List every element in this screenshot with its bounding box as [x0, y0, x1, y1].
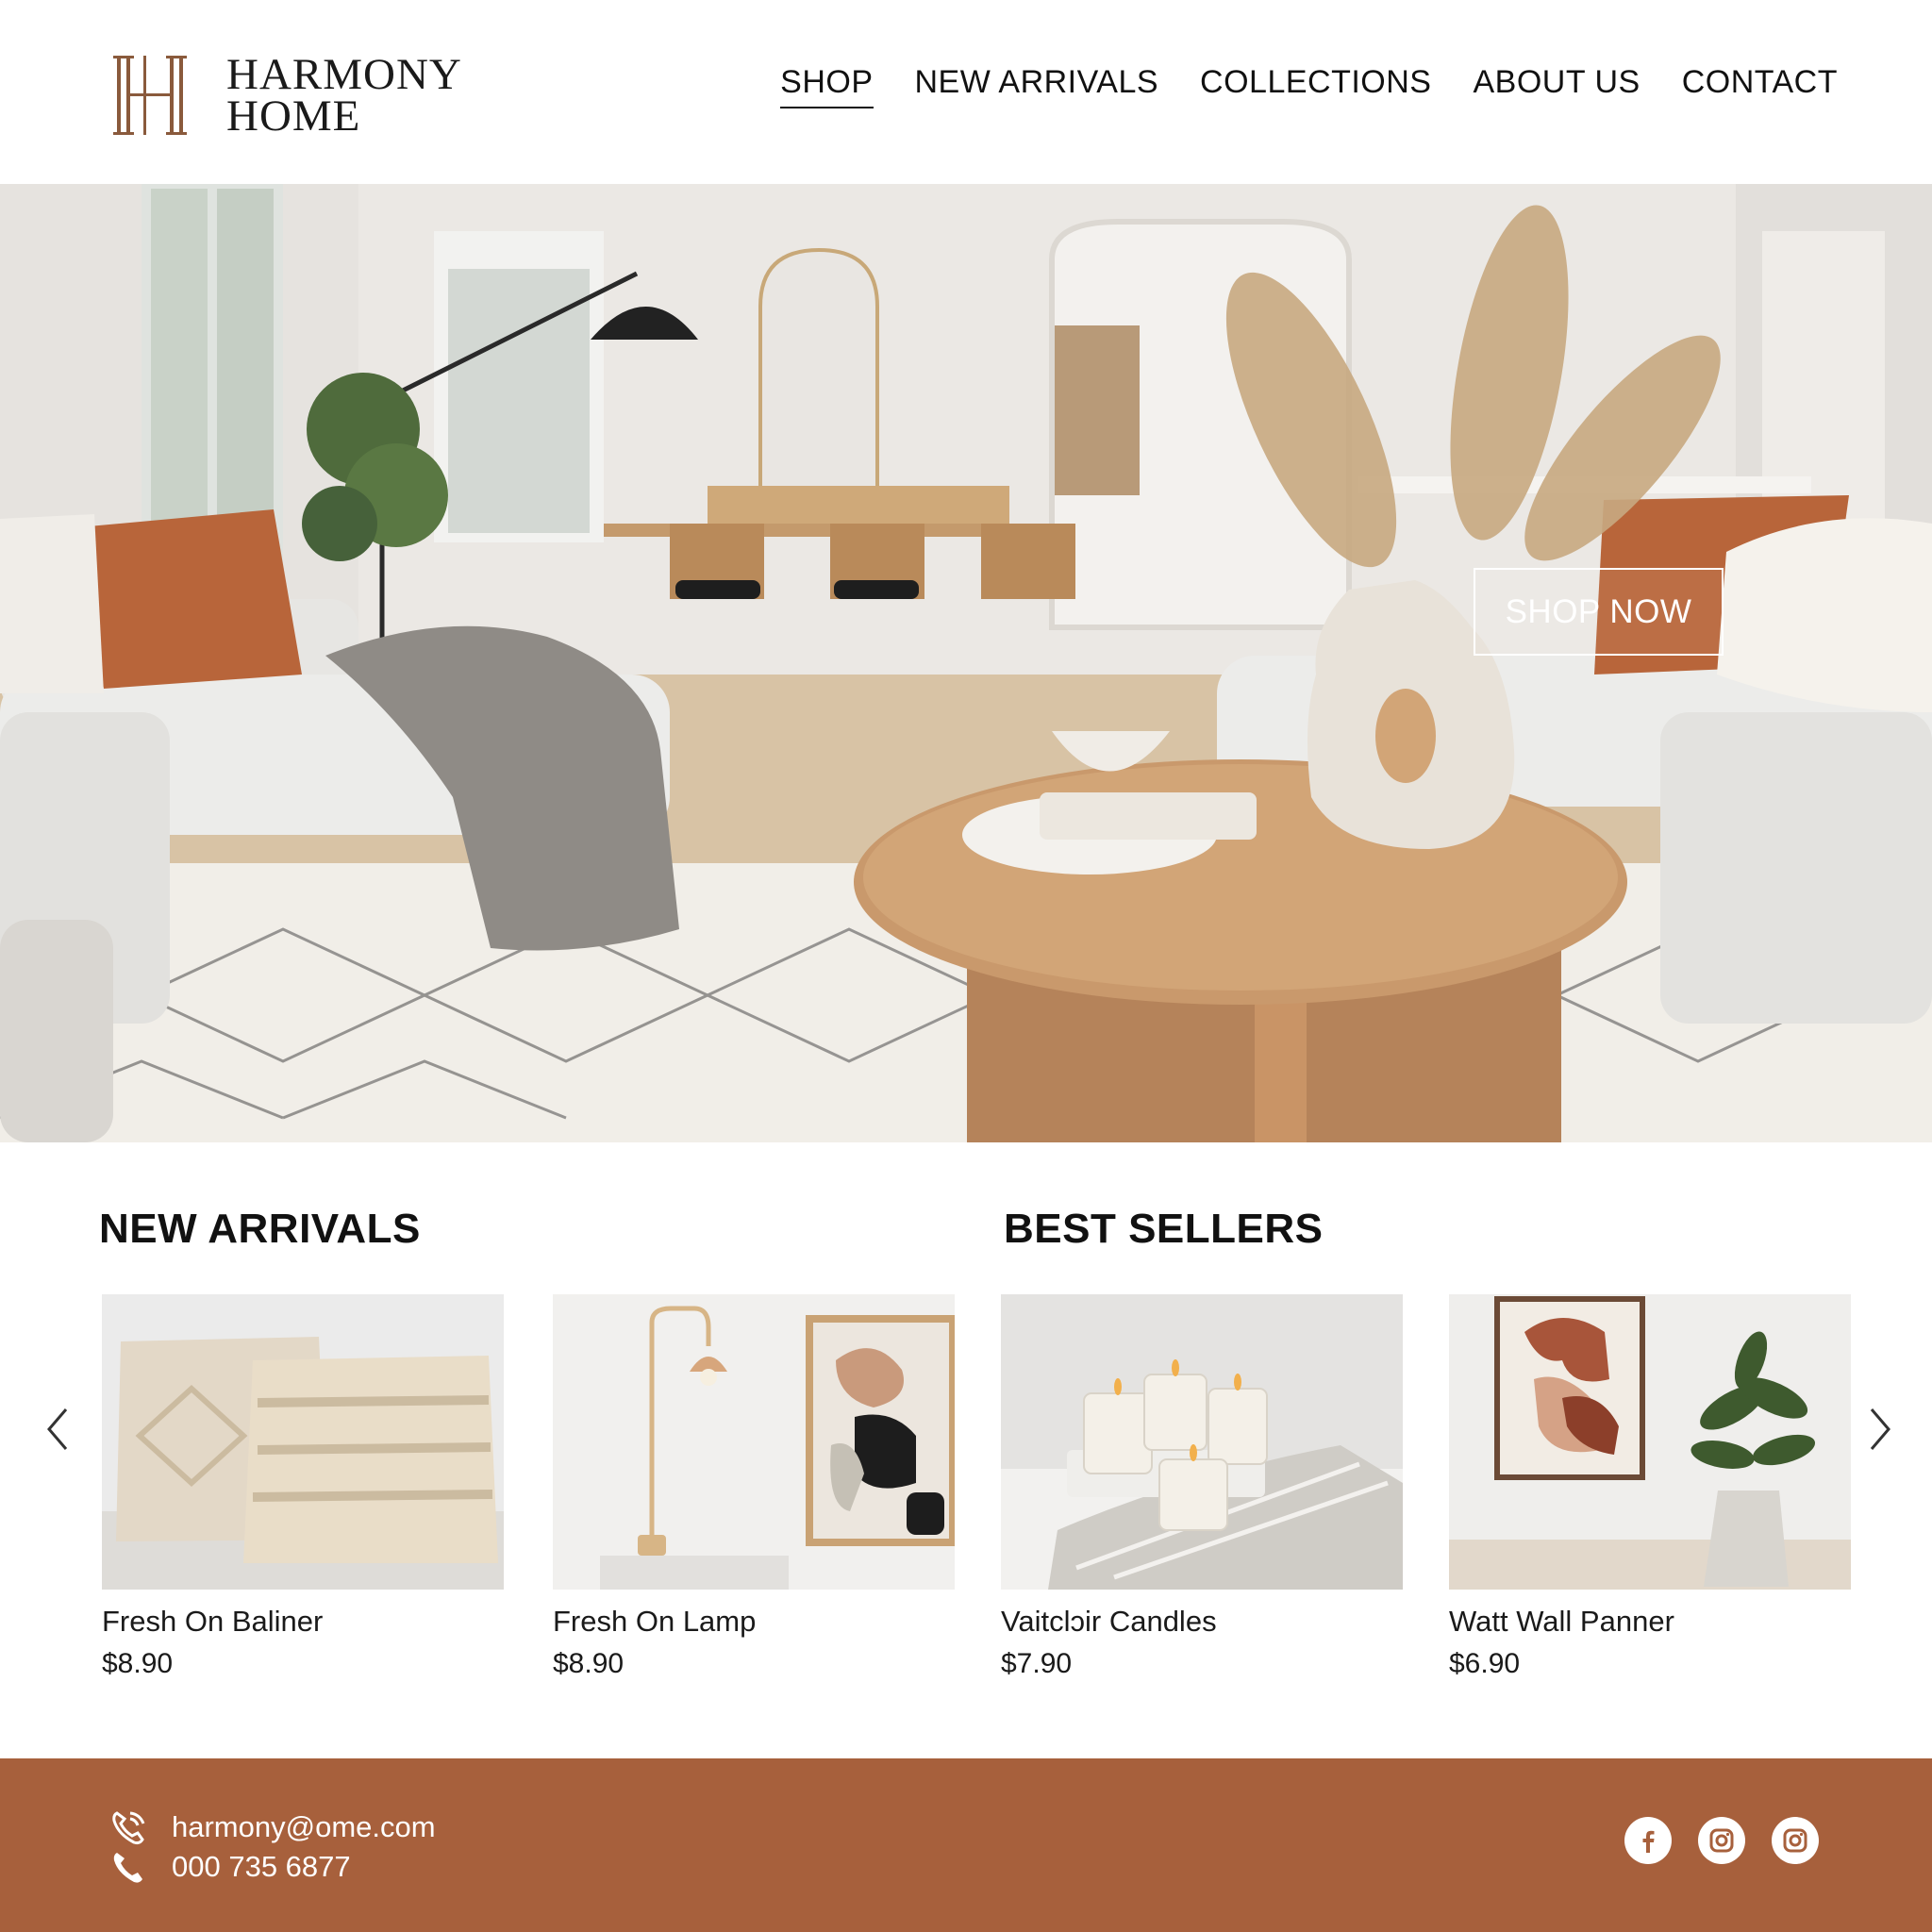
email-row[interactable]: harmony@ome.com	[109, 1807, 436, 1847]
phone-icon	[113, 1853, 142, 1883]
pillows-illustration	[102, 1294, 504, 1590]
product-image-candles[interactable]	[1001, 1294, 1403, 1590]
product-image-wall-art[interactable]	[1449, 1294, 1851, 1590]
product-price: $8.90	[102, 1648, 174, 1679]
site-footer: harmony@ome.com 000 735 6877	[0, 1758, 1932, 1932]
lamp-illustration	[553, 1294, 955, 1590]
nav-about-us[interactable]: ABOUT US	[1474, 64, 1641, 108]
product-name[interactable]: Fresh On Lamp	[553, 1605, 955, 1639]
chevron-right-icon[interactable]	[1860, 1406, 1898, 1453]
new-arrivals-heading: NEW ARRIVALS	[99, 1206, 421, 1252]
site-header: HARMONY HOME SHOP NEW ARRIVALS COLLECTIO…	[0, 0, 1932, 184]
social-links	[1624, 1817, 1819, 1864]
nav-contact[interactable]: CONTACT	[1682, 64, 1838, 108]
contact-info: harmony@ome.com 000 735 6877	[109, 1807, 436, 1887]
product-name[interactable]: Fresh On Baliner	[102, 1605, 504, 1639]
candles-illustration	[1001, 1294, 1403, 1590]
facebook-glyph	[1642, 1830, 1655, 1853]
brand-name-line2: HOME	[226, 92, 361, 141]
best-sellers-heading: BEST SELLERS	[1004, 1206, 1324, 1252]
wall-art-illustration	[1449, 1294, 1851, 1590]
logo-monogram-icon	[113, 56, 187, 135]
instagram-icon[interactable]	[1698, 1817, 1745, 1864]
phone-text[interactable]: 000 735 6877	[172, 1850, 351, 1884]
hero-living-room-image	[0, 184, 1932, 1142]
main-nav: SHOP NEW ARRIVALS COLLECTIONS ABOUT US C…	[739, 64, 1838, 108]
product-card[interactable]: Vaitclɔir Candles $7.90	[1001, 1294, 1403, 1680]
brand-name-line1: HARMONY	[226, 50, 462, 99]
facebook-icon[interactable]	[1624, 1817, 1672, 1864]
product-image-pillows[interactable]	[102, 1294, 504, 1590]
product-card[interactable]: Watt Wall Panner $6.90	[1449, 1294, 1851, 1680]
phone-row[interactable]: 000 735 6877	[109, 1847, 436, 1887]
chevron-left-icon[interactable]	[40, 1406, 77, 1453]
brand-logo[interactable]: HARMONY HOME	[111, 52, 462, 139]
product-image-lamp[interactable]	[553, 1294, 955, 1590]
shop-now-button[interactable]: SHOP NOW	[1474, 568, 1724, 656]
nav-collections[interactable]: COLLECTIONS	[1200, 64, 1431, 108]
hero-banner: SHOP NOW	[0, 184, 1932, 1142]
product-card[interactable]: Fresh On Baliner $8.90	[102, 1294, 504, 1680]
instagram-glyph	[1709, 1828, 1734, 1853]
product-name[interactable]: Vaitclɔir Candles	[1001, 1605, 1403, 1639]
product-card[interactable]: Fresh On Lamp $8.90	[553, 1294, 955, 1680]
product-price: $6.90	[1449, 1648, 1521, 1679]
product-name[interactable]: Watt Wall Panner	[1449, 1605, 1851, 1639]
product-price: $7.90	[1001, 1648, 1073, 1679]
product-price: $8.90	[553, 1648, 625, 1679]
instagram-glyph	[1783, 1828, 1807, 1853]
nav-shop[interactable]: SHOP	[780, 64, 874, 108]
nav-new-arrivals[interactable]: NEW ARRIVALS	[915, 64, 1159, 108]
instagram-icon[interactable]	[1772, 1817, 1819, 1864]
email-text[interactable]: harmony@ome.com	[172, 1810, 436, 1844]
email-phone-icon	[112, 1811, 145, 1845]
brand-name: HARMONY HOME	[226, 50, 462, 141]
